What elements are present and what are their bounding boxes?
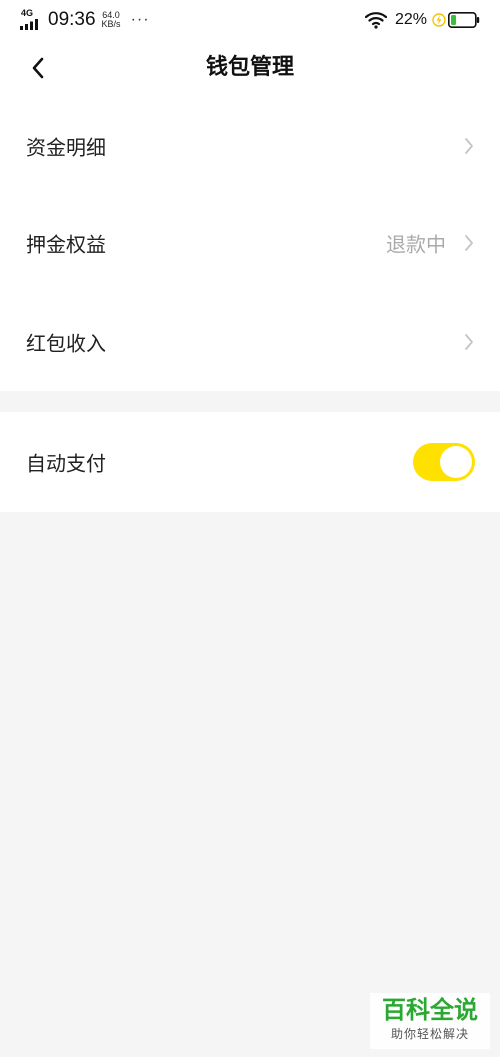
watermark-subtitle: 助你轻松解决: [390, 1027, 469, 1041]
menu-item-red-packet-income[interactable]: 红包收入: [0, 292, 500, 392]
navigation-bar: 钱包管理: [0, 40, 500, 96]
menu-item-deposit-rights[interactable]: 押金权益 退款中: [0, 193, 500, 293]
watermark-title: 百科全说: [382, 996, 478, 1024]
menu-item-label: 红包收入: [26, 331, 106, 356]
signal-icon: 4G: [20, 8, 44, 32]
settings-group: 自动支付: [0, 412, 500, 512]
chevron-right-icon: [465, 334, 473, 350]
wifi-icon: [364, 12, 387, 29]
network-speed: 64.0 KB/s: [102, 11, 121, 29]
chevron-right-icon: [465, 138, 473, 154]
auto-pay-label: 自动支付: [26, 451, 106, 476]
network-type: 4G: [21, 8, 34, 18]
wallet-menu-group: 资金明细 押金权益 退款中 红包收入: [0, 96, 500, 391]
menu-item-fund-details[interactable]: 资金明细: [0, 96, 500, 196]
battery-icon: [448, 12, 480, 28]
clock: 09:36: [48, 9, 96, 30]
chevron-right-icon: [465, 235, 473, 251]
charging-icon: [432, 13, 446, 27]
menu-item-label: 押金权益: [26, 232, 106, 257]
auto-pay-row: 自动支付: [0, 412, 500, 512]
watermark-logo: 百科全说 助你轻松解决: [370, 993, 490, 1049]
refund-status-text: 退款中: [386, 232, 446, 257]
menu-item-label: 资金明细: [26, 135, 106, 160]
battery-percentage: 22%: [394, 11, 427, 28]
speed-unit: KB/s: [101, 19, 121, 29]
toggle-knob: [440, 446, 472, 478]
page-title: 钱包管理: [205, 55, 294, 80]
auto-pay-toggle[interactable]: [413, 443, 475, 481]
status-bar: 4G 09:36 64.0 KB/s ··· 22%: [0, 0, 500, 40]
more-notifications-icon: ···: [130, 11, 150, 28]
